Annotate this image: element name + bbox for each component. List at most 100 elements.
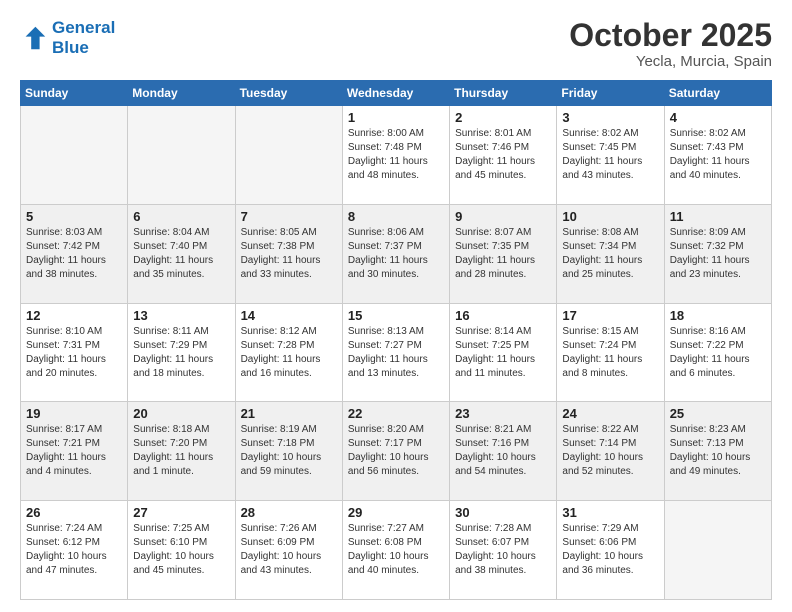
day-number: 5 — [26, 209, 122, 224]
calendar-cell — [128, 106, 235, 205]
calendar-cell: 12 Sunrise: 8:10 AM Sunset: 7:31 PM Dayli… — [21, 303, 128, 402]
calendar-cell: 3 Sunrise: 8:02 AM Sunset: 7:45 PM Daylig… — [557, 106, 664, 205]
day-number: 3 — [562, 110, 658, 125]
day-info: Sunrise: 8:08 AM Sunset: 7:34 PM Dayligh… — [562, 226, 658, 282]
calendar-week-row: 12 Sunrise: 8:10 AM Sunset: 7:31 PM Dayli… — [21, 303, 772, 402]
calendar-week-row: 5 Sunrise: 8:03 AM Sunset: 7:42 PM Daylig… — [21, 204, 772, 303]
logo: General Blue — [20, 18, 115, 58]
day-info: Sunrise: 8:07 AM Sunset: 7:35 PM Dayligh… — [455, 226, 551, 282]
day-number: 2 — [455, 110, 551, 125]
day-number: 12 — [26, 308, 122, 323]
day-info: Sunrise: 8:02 AM Sunset: 7:43 PM Dayligh… — [670, 127, 766, 183]
calendar-header-row: SundayMondayTuesdayWednesdayThursdayFrid… — [21, 81, 772, 106]
day-number: 23 — [455, 406, 551, 421]
calendar-cell: 30Sunrise: 7:28 AM Sunset: 6:07 PM Dayli… — [450, 501, 557, 600]
day-info: Sunrise: 8:15 AM Sunset: 7:24 PM Dayligh… — [562, 325, 658, 381]
calendar-day-header: Tuesday — [235, 81, 342, 106]
day-info: Sunrise: 8:01 AM Sunset: 7:46 PM Dayligh… — [455, 127, 551, 183]
calendar-cell: 25 Sunrise: 8:23 AM Sunset: 7:13 PM Dayli… — [664, 402, 771, 501]
day-number: 30 — [455, 505, 551, 520]
calendar-cell: 19 Sunrise: 8:17 AM Sunset: 7:21 PM Dayli… — [21, 402, 128, 501]
calendar-cell: 20 Sunrise: 8:18 AM Sunset: 7:20 PM Dayli… — [128, 402, 235, 501]
day-number: 22 — [348, 406, 444, 421]
day-number: 9 — [455, 209, 551, 224]
day-number: 18 — [670, 308, 766, 323]
day-info: Sunrise: 7:24 AM Sunset: 6:12 PM Dayligh… — [26, 522, 122, 578]
day-number: 8 — [348, 209, 444, 224]
calendar-cell — [235, 106, 342, 205]
calendar-cell: 4 Sunrise: 8:02 AM Sunset: 7:43 PM Daylig… — [664, 106, 771, 205]
calendar-cell: 11 Sunrise: 8:09 AM Sunset: 7:32 PM Dayli… — [664, 204, 771, 303]
day-number: 24 — [562, 406, 658, 421]
calendar-day-header: Sunday — [21, 81, 128, 106]
calendar-cell — [21, 106, 128, 205]
calendar-cell: 5 Sunrise: 8:03 AM Sunset: 7:42 PM Daylig… — [21, 204, 128, 303]
day-info: Sunrise: 8:13 AM Sunset: 7:27 PM Dayligh… — [348, 325, 444, 381]
calendar-cell: 10Sunrise: 8:08 AM Sunset: 7:34 PM Dayli… — [557, 204, 664, 303]
day-info: Sunrise: 8:22 AM Sunset: 7:14 PM Dayligh… — [562, 423, 658, 479]
day-info: Sunrise: 7:29 AM Sunset: 6:06 PM Dayligh… — [562, 522, 658, 578]
calendar-cell: 2 Sunrise: 8:01 AM Sunset: 7:46 PM Daylig… — [450, 106, 557, 205]
calendar-day-header: Wednesday — [342, 81, 449, 106]
day-number: 19 — [26, 406, 122, 421]
calendar-day-header: Monday — [128, 81, 235, 106]
calendar-week-row: 19 Sunrise: 8:17 AM Sunset: 7:21 PM Dayli… — [21, 402, 772, 501]
day-info: Sunrise: 8:17 AM Sunset: 7:21 PM Dayligh… — [26, 423, 122, 479]
day-info: Sunrise: 8:09 AM Sunset: 7:32 PM Dayligh… — [670, 226, 766, 282]
calendar-cell: 29 Sunrise: 7:27 AM Sunset: 6:08 PM Dayli… — [342, 501, 449, 600]
day-info: Sunrise: 8:21 AM Sunset: 7:16 PM Dayligh… — [455, 423, 551, 479]
day-number: 20 — [133, 406, 229, 421]
day-info: Sunrise: 8:03 AM Sunset: 7:42 PM Dayligh… — [26, 226, 122, 282]
day-number: 15 — [348, 308, 444, 323]
logo-icon — [20, 24, 48, 52]
day-number: 14 — [241, 308, 337, 323]
day-number: 13 — [133, 308, 229, 323]
day-info: Sunrise: 8:14 AM Sunset: 7:25 PM Dayligh… — [455, 325, 551, 381]
header: General Blue October 2025 Yecla, Murcia,… — [20, 18, 772, 70]
page: General Blue October 2025 Yecla, Murcia,… — [0, 0, 792, 612]
calendar-cell: 23 Sunrise: 8:21 AM Sunset: 7:16 PM Dayli… — [450, 402, 557, 501]
calendar-cell: 26 Sunrise: 7:24 AM Sunset: 6:12 PM Dayli… — [21, 501, 128, 600]
day-number: 28 — [241, 505, 337, 520]
title-block: October 2025 Yecla, Murcia, Spain — [569, 18, 772, 70]
calendar-cell: 7 Sunrise: 8:05 AM Sunset: 7:38 PM Daylig… — [235, 204, 342, 303]
day-info: Sunrise: 8:11 AM Sunset: 7:29 PM Dayligh… — [133, 325, 229, 381]
day-info: Sunrise: 7:26 AM Sunset: 6:09 PM Dayligh… — [241, 522, 337, 578]
day-number: 7 — [241, 209, 337, 224]
day-info: Sunrise: 8:16 AM Sunset: 7:22 PM Dayligh… — [670, 325, 766, 381]
day-number: 6 — [133, 209, 229, 224]
day-number: 29 — [348, 505, 444, 520]
day-info: Sunrise: 8:10 AM Sunset: 7:31 PM Dayligh… — [26, 325, 122, 381]
calendar-cell: 27Sunrise: 7:25 AM Sunset: 6:10 PM Dayli… — [128, 501, 235, 600]
calendar-week-row: 1Sunrise: 8:00 AM Sunset: 7:48 PM Daylig… — [21, 106, 772, 205]
calendar-cell: 15 Sunrise: 8:13 AM Sunset: 7:27 PM Dayli… — [342, 303, 449, 402]
logo-text: General Blue — [52, 18, 115, 58]
calendar-cell: 22 Sunrise: 8:20 AM Sunset: 7:17 PM Dayli… — [342, 402, 449, 501]
day-info: Sunrise: 8:06 AM Sunset: 7:37 PM Dayligh… — [348, 226, 444, 282]
day-info: Sunrise: 8:12 AM Sunset: 7:28 PM Dayligh… — [241, 325, 337, 381]
day-info: Sunrise: 7:27 AM Sunset: 6:08 PM Dayligh… — [348, 522, 444, 578]
day-number: 11 — [670, 209, 766, 224]
day-number: 31 — [562, 505, 658, 520]
day-number: 21 — [241, 406, 337, 421]
day-info: Sunrise: 8:04 AM Sunset: 7:40 PM Dayligh… — [133, 226, 229, 282]
day-info: Sunrise: 8:20 AM Sunset: 7:17 PM Dayligh… — [348, 423, 444, 479]
day-number: 26 — [26, 505, 122, 520]
day-info: Sunrise: 8:19 AM Sunset: 7:18 PM Dayligh… — [241, 423, 337, 479]
day-number: 4 — [670, 110, 766, 125]
day-info: Sunrise: 8:18 AM Sunset: 7:20 PM Dayligh… — [133, 423, 229, 479]
calendar-day-header: Saturday — [664, 81, 771, 106]
day-number: 25 — [670, 406, 766, 421]
day-info: Sunrise: 8:23 AM Sunset: 7:13 PM Dayligh… — [670, 423, 766, 479]
day-info: Sunrise: 8:02 AM Sunset: 7:45 PM Dayligh… — [562, 127, 658, 183]
calendar-cell: 21 Sunrise: 8:19 AM Sunset: 7:18 PM Dayli… — [235, 402, 342, 501]
day-info: Sunrise: 8:00 AM Sunset: 7:48 PM Dayligh… — [348, 127, 444, 183]
calendar-cell: 1Sunrise: 8:00 AM Sunset: 7:48 PM Daylig… — [342, 106, 449, 205]
calendar-cell: 6 Sunrise: 8:04 AM Sunset: 7:40 PM Daylig… — [128, 204, 235, 303]
calendar-week-row: 26 Sunrise: 7:24 AM Sunset: 6:12 PM Dayli… — [21, 501, 772, 600]
calendar-cell: 14 Sunrise: 8:12 AM Sunset: 7:28 PM Dayli… — [235, 303, 342, 402]
day-info: Sunrise: 8:05 AM Sunset: 7:38 PM Dayligh… — [241, 226, 337, 282]
day-number: 16 — [455, 308, 551, 323]
calendar-cell: 24 Sunrise: 8:22 AM Sunset: 7:14 PM Dayli… — [557, 402, 664, 501]
calendar-cell: 9 Sunrise: 8:07 AM Sunset: 7:35 PM Daylig… — [450, 204, 557, 303]
